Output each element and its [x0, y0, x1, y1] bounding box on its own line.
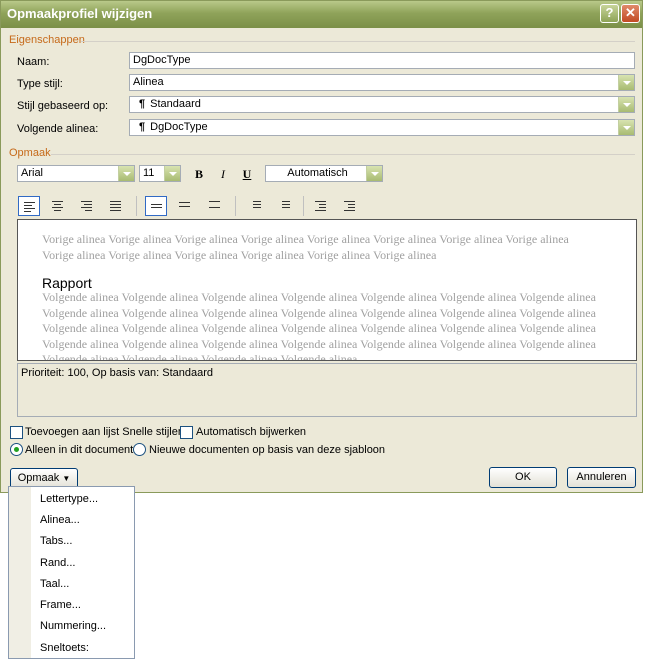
style-description-text: Prioriteit: 100, Op basis van: Standaard [21, 367, 213, 379]
only-this-document-label[interactable]: Alleen in dit document [25, 444, 133, 456]
space-after-button[interactable] [274, 196, 296, 216]
font-select[interactable]: Arial [17, 165, 135, 182]
preview-sample-text: Rapport [42, 275, 92, 291]
decrease-indent-icon [315, 201, 326, 213]
based-on-value: Standaard [150, 98, 201, 110]
add-quick-styles-label[interactable]: Toevoegen aan lijst Snelle stijlen [25, 426, 184, 438]
justify-button[interactable] [105, 196, 127, 216]
font-color-value: Automatisch [287, 167, 348, 179]
style-type-value: Alinea [133, 76, 164, 88]
font-size-select[interactable]: 11 [139, 165, 181, 182]
toolbar-separator [303, 196, 304, 216]
style-type-label: Type stijl: [17, 78, 63, 90]
chevron-down-icon[interactable] [618, 75, 634, 90]
close-button[interactable]: ✕ [621, 4, 640, 23]
double-spacing-button[interactable] [204, 196, 226, 216]
style-description: Prioriteit: 100, Op basis van: Standaard [17, 363, 637, 417]
menu-item-frame[interactable]: Frame... [40, 599, 81, 611]
chevron-down-icon[interactable] [618, 97, 634, 112]
one-half-spacing-icon [179, 202, 190, 209]
properties-section-title: Eigenschappen [9, 34, 85, 46]
based-on-label: Stijl gebaseerd op: [17, 100, 109, 112]
chevron-down-icon[interactable] [118, 166, 134, 181]
menu-item-paragraph[interactable]: Alinea... [40, 514, 80, 526]
next-paragraph-select[interactable]: ¶ DgDocType [129, 119, 635, 136]
preview-previous-paragraph: Vorige alinea Vorige alinea Vorige aline… [42, 232, 569, 262]
title-bar[interactable]: Opmaakprofiel wijzigen ? ✕ [1, 1, 642, 28]
menu-item-tabs[interactable]: Tabs... [40, 535, 72, 547]
chevron-down-icon[interactable] [366, 166, 382, 181]
menu-item-shortcut-key[interactable]: Sneltoets: [40, 642, 89, 654]
double-spacing-icon [209, 201, 220, 210]
align-center-icon [52, 201, 63, 213]
menu-item-border[interactable]: Rand... [40, 557, 75, 569]
font-value: Arial [21, 167, 44, 179]
next-paragraph-value: DgDocType [150, 121, 208, 133]
only-this-document-radio[interactable] [10, 443, 23, 456]
toolbar-separator [235, 196, 236, 216]
dialog-title: Opmaakprofiel wijzigen [7, 6, 153, 21]
align-right-icon [81, 201, 92, 213]
align-left-button[interactable] [18, 196, 40, 216]
align-right-button[interactable] [76, 196, 98, 216]
font-size-value: 11 [143, 167, 155, 179]
add-quick-styles-checkbox[interactable] [10, 426, 23, 439]
chevron-down-icon[interactable] [164, 166, 180, 181]
increase-indent-button[interactable] [339, 196, 361, 216]
name-label: Naam: [17, 56, 50, 68]
paragraph-icon: ¶ [139, 98, 146, 110]
ok-button[interactable]: OK [489, 467, 557, 488]
new-documents-label[interactable]: Nieuwe documenten op basis van deze sjab… [149, 444, 385, 456]
single-spacing-button[interactable] [145, 196, 167, 216]
format-button-label: Opmaak [17, 472, 60, 484]
menu-item-numbering[interactable]: Nummering... [40, 620, 106, 632]
toolbar-separator [136, 196, 137, 216]
increase-indent-icon [344, 201, 355, 213]
based-on-select[interactable]: ¶ Standaard [129, 96, 635, 113]
menu-item-language[interactable]: Taal... [40, 578, 69, 590]
name-value: DgDocType [133, 54, 191, 66]
justify-icon [110, 201, 121, 213]
next-paragraph-label: Volgende alinea: [17, 123, 99, 135]
help-button[interactable]: ? [600, 4, 619, 23]
space-before-icon [253, 201, 264, 210]
chevron-down-icon[interactable] [618, 120, 634, 135]
style-preview: Vorige alinea Vorige alinea Vorige aline… [17, 219, 637, 361]
style-type-select[interactable]: Alinea [129, 74, 635, 91]
preview-next-paragraph: Volgende alinea Volgende alinea Volgende… [42, 290, 596, 361]
modify-style-dialog: Opmaakprofiel wijzigen ? ✕ Eigenschappen… [0, 0, 643, 493]
bold-button[interactable]: B [189, 165, 209, 183]
name-input[interactable]: DgDocType [129, 52, 635, 69]
menu-icon-strip [9, 487, 31, 658]
align-center-button[interactable] [47, 196, 69, 216]
space-before-button[interactable] [245, 196, 267, 216]
underline-button[interactable]: U [237, 165, 257, 183]
paragraph-icon: ¶ [139, 121, 146, 133]
decrease-indent-button[interactable] [310, 196, 332, 216]
divider [51, 154, 635, 155]
align-left-icon [24, 202, 35, 214]
font-color-select[interactable]: Automatisch [265, 165, 383, 182]
auto-update-checkbox[interactable] [180, 426, 193, 439]
menu-item-font[interactable]: Lettertype... [40, 493, 98, 505]
auto-update-label[interactable]: Automatisch bijwerken [196, 426, 306, 438]
chevron-down-icon: ▼ [62, 474, 71, 483]
single-spacing-icon [151, 204, 162, 210]
space-after-icon [282, 201, 293, 210]
format-section-title: Opmaak [9, 147, 51, 159]
divider [81, 41, 635, 42]
italic-button[interactable]: I [213, 165, 233, 183]
format-dropdown-menu: Lettertype... Alinea... Tabs... Rand... … [8, 486, 135, 659]
new-documents-radio[interactable] [133, 443, 146, 456]
one-half-spacing-button[interactable] [174, 196, 196, 216]
cancel-button[interactable]: Annuleren [567, 467, 636, 488]
